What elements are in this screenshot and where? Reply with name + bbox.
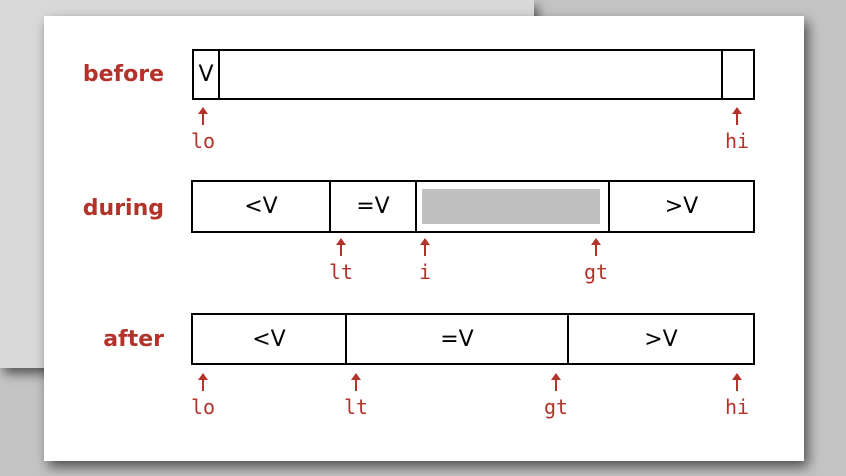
pointer-gt: gt xyxy=(526,373,586,419)
row-label-during: during xyxy=(82,196,164,221)
pointer-label: lo xyxy=(190,129,216,153)
pointer-lt: lt xyxy=(311,238,371,284)
divider xyxy=(415,182,417,231)
array-before: V xyxy=(192,49,755,100)
up-arrow-icon xyxy=(707,107,767,125)
up-arrow-icon xyxy=(566,238,626,256)
unknown-region xyxy=(422,189,600,224)
row-label-after: after xyxy=(103,327,164,352)
cell-equal: =V xyxy=(356,194,390,219)
array-after: <V =V >V xyxy=(191,313,755,365)
pointer-label: lo xyxy=(190,395,216,419)
cell-greater: >V xyxy=(664,194,699,219)
up-arrow-icon xyxy=(526,373,586,391)
up-arrow-icon xyxy=(395,238,455,256)
pointer-hi: hi xyxy=(707,107,767,153)
cell-equal: =V xyxy=(440,326,474,352)
diagram-card: before V lo hi during <V =V >V lt i gt a… xyxy=(44,16,804,461)
up-arrow-icon xyxy=(173,107,233,125)
up-arrow-icon xyxy=(173,373,233,391)
cell-less: <V xyxy=(252,326,286,352)
pointer-lo: lo xyxy=(173,373,233,419)
up-arrow-icon xyxy=(311,238,371,256)
cell-pivot: V xyxy=(198,62,214,87)
up-arrow-icon xyxy=(707,373,767,391)
pointer-i: i xyxy=(395,238,455,284)
cell-less: <V xyxy=(244,194,278,219)
cell-greater: >V xyxy=(644,326,678,352)
pointer-label: gt xyxy=(543,395,569,419)
cell-unpartitioned xyxy=(220,51,722,98)
pointer-label: hi xyxy=(724,129,750,153)
up-arrow-icon xyxy=(326,373,386,391)
row-label-before: before xyxy=(82,62,164,87)
divider xyxy=(721,51,723,98)
pointer-label: i xyxy=(418,260,432,284)
pointer-label: lt xyxy=(328,260,354,284)
pointer-label: hi xyxy=(724,395,750,419)
array-during: <V =V >V xyxy=(191,180,755,233)
pointer-lo: lo xyxy=(173,107,233,153)
pointer-label: gt xyxy=(583,260,609,284)
pointer-hi: hi xyxy=(707,373,767,419)
pointer-gt: gt xyxy=(566,238,626,284)
pointer-lt: lt xyxy=(326,373,386,419)
pointer-label: lt xyxy=(343,395,369,419)
